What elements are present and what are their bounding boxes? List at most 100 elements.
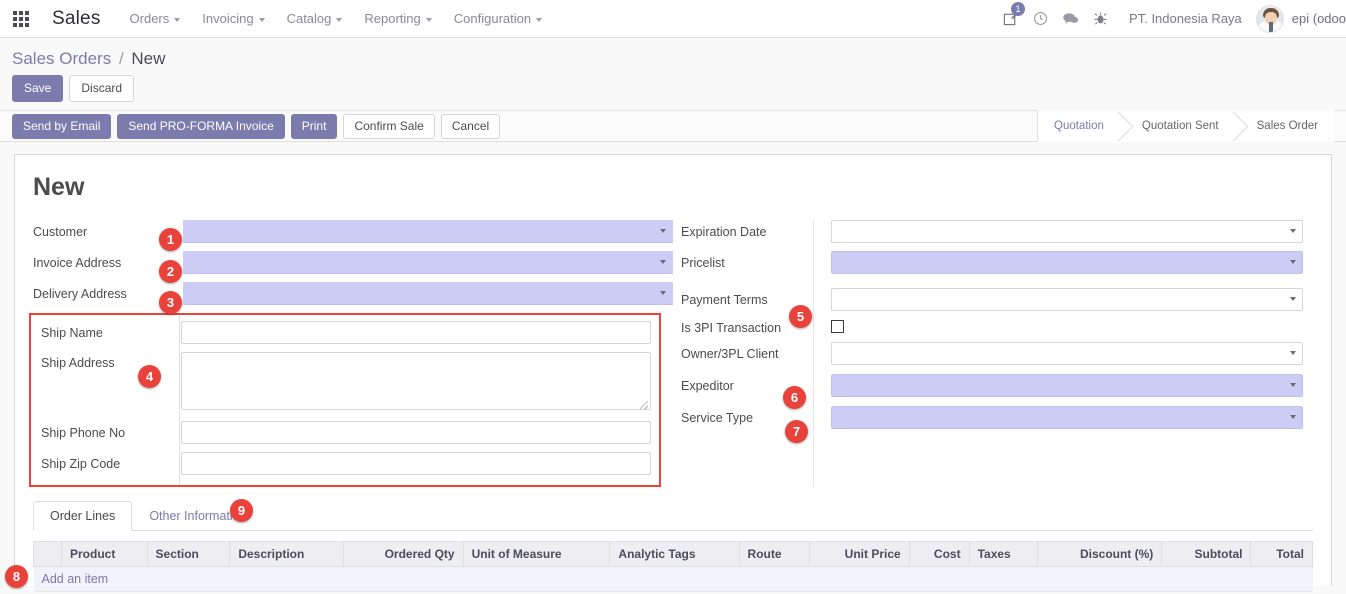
discard-button[interactable]: Discard bbox=[69, 75, 135, 102]
table-header-row: Product Section Description Ordered Qty … bbox=[33, 541, 1313, 567]
callout-4: 4 bbox=[138, 365, 161, 388]
menu-catalog-label: Catalog bbox=[286, 11, 332, 26]
column-analytic-tags[interactable]: Analytic Tags bbox=[609, 541, 740, 567]
messages-icon[interactable] bbox=[1055, 0, 1085, 38]
expeditor-input[interactable] bbox=[831, 374, 1303, 397]
label-expeditor: Expeditor bbox=[681, 378, 734, 393]
order-lines-header: Product Section Description Ordered Qty … bbox=[33, 541, 1313, 567]
add-item-row: Add an item bbox=[33, 566, 1313, 592]
field-row-expiration-date: Expiration Date bbox=[681, 220, 1303, 243]
label-expiration-date: Expiration Date bbox=[681, 224, 767, 239]
confirm-sale-button[interactable]: Confirm Sale bbox=[343, 113, 435, 139]
chevron-down-icon bbox=[425, 17, 432, 22]
odoo-sales-order-form-page: Sales Orders Invoicing Catalog Reporting… bbox=[0, 0, 1346, 594]
column-route[interactable]: Route bbox=[739, 541, 810, 567]
ship-name-input[interactable] bbox=[181, 321, 651, 344]
notebook-tabs: Order Lines Other Information bbox=[33, 501, 1313, 531]
breadcrumb-sales-orders[interactable]: Sales Orders bbox=[12, 49, 111, 68]
apps-grid-icon[interactable] bbox=[8, 6, 34, 32]
callout-3: 3 bbox=[159, 291, 182, 314]
menu-catalog[interactable]: Catalog bbox=[276, 11, 354, 26]
control-customer bbox=[183, 220, 673, 243]
customer-input[interactable] bbox=[183, 220, 673, 243]
field-row-owner-3pl-client: Owner/3PL Client bbox=[681, 342, 1303, 365]
app-brand-sales[interactable]: Sales bbox=[52, 8, 101, 30]
company-selector[interactable]: PT. Indonesia Raya bbox=[1115, 11, 1252, 26]
cancel-button[interactable]: Cancel bbox=[440, 113, 501, 139]
callout-8: 8 bbox=[5, 565, 28, 588]
column-unit-price[interactable]: Unit Price bbox=[809, 541, 910, 567]
pricelist-input[interactable] bbox=[831, 251, 1303, 274]
print-button[interactable]: Print bbox=[290, 113, 338, 139]
send-pro-forma-invoice-button[interactable]: Send PRO-FORMA Invoice bbox=[117, 113, 285, 139]
field-row-pricelist: Pricelist bbox=[681, 251, 1303, 274]
ship-address-textarea[interactable] bbox=[181, 352, 651, 410]
status-step-sales-order[interactable]: Sales Order bbox=[1234, 110, 1334, 142]
debug-bug-icon[interactable] bbox=[1085, 0, 1115, 38]
service-type-input[interactable] bbox=[831, 406, 1303, 429]
activity-badge-count: 1 bbox=[1011, 1, 1026, 16]
tab-order-lines[interactable]: Order Lines bbox=[33, 501, 133, 531]
column-discount-percent[interactable]: Discount (%) bbox=[1037, 541, 1163, 567]
menu-configuration[interactable]: Configuration bbox=[443, 11, 553, 26]
menu-reporting[interactable]: Reporting bbox=[353, 11, 442, 26]
column-description[interactable]: Description bbox=[229, 541, 345, 567]
menu-orders-label: Orders bbox=[129, 11, 170, 26]
callout-6: 6 bbox=[783, 386, 806, 409]
label-payment-terms: Payment Terms bbox=[681, 292, 768, 307]
menu-invoicing[interactable]: Invoicing bbox=[191, 11, 275, 26]
page-title: New bbox=[33, 173, 85, 201]
chevron-down-icon bbox=[258, 17, 265, 22]
user-menu[interactable]: epi (odoo bbox=[1292, 11, 1346, 26]
column-product[interactable]: Product bbox=[61, 541, 148, 567]
control-ship-phone-no bbox=[181, 421, 651, 444]
control-payment-terms bbox=[831, 288, 1303, 311]
field-row-invoice-address: Invoice Address bbox=[33, 251, 673, 274]
owner-3pl-client-input[interactable] bbox=[831, 342, 1303, 365]
save-button[interactable]: Save bbox=[12, 75, 64, 102]
column-section[interactable]: Section bbox=[147, 541, 231, 567]
column-ordered-qty[interactable]: Ordered Qty bbox=[343, 541, 464, 567]
column-unit-of-measure[interactable]: Unit of Measure bbox=[463, 541, 611, 567]
status-bar: Quotation Quotation Sent Sales Order bbox=[1037, 110, 1334, 142]
top-navbar: Sales Orders Invoicing Catalog Reporting… bbox=[0, 0, 1346, 38]
label-ship-zip-code: Ship Zip Code bbox=[41, 456, 121, 471]
workflow-buttons: Send by Email Send PRO-FORMA Invoice Pri… bbox=[12, 113, 501, 139]
column-total[interactable]: Total bbox=[1250, 541, 1313, 567]
field-row-ship-address: Ship Address bbox=[31, 352, 651, 413]
payment-terms-input[interactable] bbox=[831, 288, 1303, 311]
control-ship-address bbox=[181, 352, 651, 413]
form-sheet: New Customer Invoice Address Delivery Ad… bbox=[14, 154, 1332, 592]
control-expeditor bbox=[831, 374, 1303, 397]
invoice-address-input[interactable] bbox=[183, 251, 673, 274]
action-buttons-bar: Send by Email Send PRO-FORMA Invoice Pri… bbox=[0, 110, 1346, 142]
form-column-left: Customer Invoice Address Delivery Addres… bbox=[29, 220, 673, 487]
column-taxes[interactable]: Taxes bbox=[969, 541, 1039, 567]
send-by-email-button[interactable]: Send by Email bbox=[12, 113, 112, 139]
ship-phone-no-input[interactable] bbox=[181, 421, 651, 444]
column-cost[interactable]: Cost bbox=[909, 541, 970, 567]
column-subtotal[interactable]: Subtotal bbox=[1161, 541, 1252, 567]
control-expiration-date bbox=[831, 220, 1303, 243]
status-step-quotation[interactable]: Quotation bbox=[1038, 110, 1120, 142]
is-3pi-transaction-checkbox[interactable] bbox=[831, 320, 844, 333]
column-drag-handle bbox=[33, 541, 62, 567]
status-step-quotation-sent[interactable]: Quotation Sent bbox=[1119, 110, 1235, 142]
ship-zip-code-input[interactable] bbox=[181, 452, 651, 475]
add-an-item-link[interactable]: Add an item bbox=[42, 572, 109, 586]
add-item-cell: Add an item bbox=[33, 566, 1313, 592]
label-ship-name: Ship Name bbox=[41, 325, 103, 340]
clock-icon[interactable] bbox=[1025, 0, 1055, 38]
label-owner-3pl-client: Owner/3PL Client bbox=[681, 346, 779, 361]
avatar[interactable] bbox=[1255, 4, 1284, 33]
menu-orders[interactable]: Orders bbox=[119, 11, 192, 26]
field-row-payment-terms: Payment Terms bbox=[681, 288, 1303, 311]
chevron-down-icon bbox=[536, 17, 543, 22]
chevron-down-icon bbox=[174, 17, 181, 22]
delivery-address-input[interactable] bbox=[183, 282, 673, 305]
control-is-3pi-transaction bbox=[831, 320, 1303, 336]
activity-note-icon[interactable]: 1 bbox=[995, 0, 1026, 38]
navbar-right-group: 1 PT. Indonesia Raya epi (odoo bbox=[995, 0, 1346, 38]
expiration-date-input[interactable] bbox=[831, 220, 1303, 243]
shipping-fields-group: Ship Name Ship Address Ship Phone No Shi… bbox=[29, 313, 661, 487]
